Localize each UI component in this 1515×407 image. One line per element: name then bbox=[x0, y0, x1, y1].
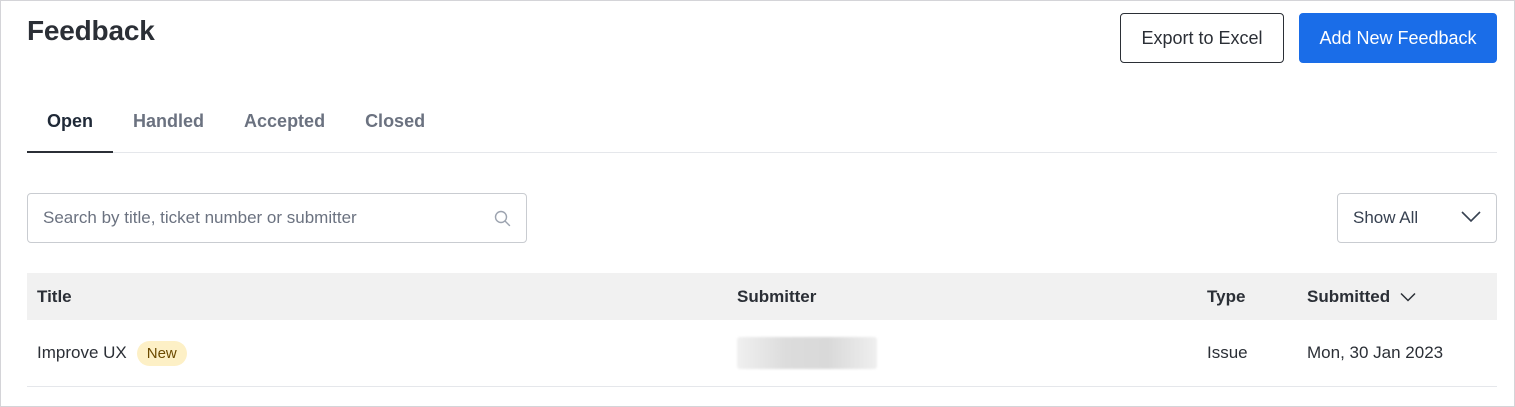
add-new-feedback-button[interactable]: Add New Feedback bbox=[1299, 13, 1497, 63]
row-title[interactable]: Improve UX bbox=[37, 343, 127, 362]
row-submitted-date: Mon, 30 Jan 2023 bbox=[1307, 343, 1444, 362]
column-header-title: Title bbox=[37, 286, 72, 306]
tab-accepted[interactable]: Accepted bbox=[224, 99, 345, 152]
tab-handled[interactable]: Handled bbox=[113, 99, 224, 152]
sort-chevron-down-icon[interactable] bbox=[1400, 287, 1416, 307]
tab-closed[interactable]: Closed bbox=[345, 99, 445, 152]
redacted-submitter bbox=[737, 337, 877, 369]
column-header-submitted[interactable]: Submitted bbox=[1307, 287, 1416, 307]
table-row[interactable]: Improve UX New Issue Mon, 30 Jan 2023 bbox=[27, 320, 1497, 387]
filter-selected-value: Show All bbox=[1353, 208, 1419, 227]
page-title: Feedback bbox=[27, 15, 155, 46]
table-header: Title Submitter Type Submitted bbox=[27, 273, 1497, 320]
app-frame: Feedback Export to Excel Add New Feedbac… bbox=[0, 0, 1515, 407]
row-type: Issue bbox=[1207, 343, 1248, 362]
row-submitter bbox=[737, 337, 877, 369]
search-input[interactable] bbox=[43, 208, 493, 228]
row-title-cell: Improve UX New bbox=[37, 340, 187, 366]
status-badge: New bbox=[136, 340, 187, 366]
column-header-submitter: Submitter bbox=[737, 286, 817, 306]
filter-select[interactable]: Show All bbox=[1337, 193, 1497, 243]
search-icon[interactable] bbox=[493, 209, 511, 227]
status-tabs: Open Handled Accepted Closed bbox=[27, 99, 1497, 153]
feedback-table: Title Submitter Type Submitted Improve U… bbox=[27, 273, 1497, 387]
search-box bbox=[27, 193, 527, 243]
column-header-submitted-label: Submitted bbox=[1307, 286, 1391, 306]
chevron-down-icon bbox=[1461, 208, 1481, 228]
tab-open[interactable]: Open bbox=[27, 99, 114, 153]
column-header-type: Type bbox=[1207, 286, 1246, 306]
export-to-excel-button[interactable]: Export to Excel bbox=[1120, 13, 1284, 63]
